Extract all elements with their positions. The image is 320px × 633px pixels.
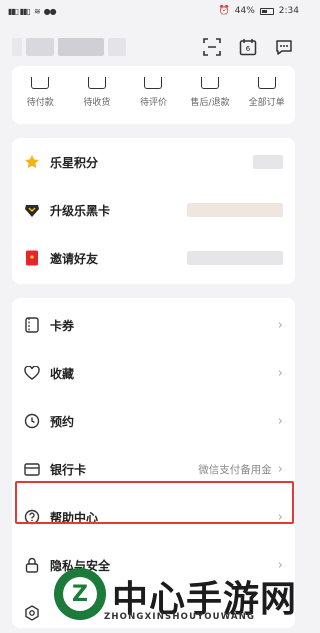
battery-percent: 44% [234, 6, 255, 16]
row-right [187, 251, 283, 265]
bank-card-value: 微信支付备用金 [198, 463, 272, 476]
row-label: 帮助中心 [50, 510, 99, 525]
order-pending-receipt[interactable]: 待收货 [69, 66, 126, 124]
help-icon [24, 509, 40, 525]
row-right: › [278, 366, 283, 381]
row-label: 乐星积分 [50, 155, 99, 170]
status-time: 2:34 [278, 6, 299, 16]
row-label: 卡券 [50, 318, 75, 333]
wifi-icon: ≋ [33, 6, 41, 16]
chevron-right-icon: › [277, 365, 283, 381]
row-label: 预约 [50, 414, 75, 429]
menu-item-bank-card[interactable]: 银行卡 微信支付备用金 › [12, 445, 295, 493]
calendar-day: 6 [245, 45, 251, 53]
points-blurred [253, 155, 283, 169]
menu-item-coupons[interactable]: 卡券 › [12, 301, 295, 349]
row-label: 邀请好友 [50, 251, 99, 266]
settings-icon [24, 605, 40, 621]
row-right [187, 203, 283, 217]
order-label: 待评价 [139, 98, 167, 108]
star-icon [24, 154, 40, 170]
calendar-icon[interactable]: 6 [237, 36, 259, 58]
diamond-icon [24, 202, 40, 218]
battery-icon [259, 7, 274, 15]
ticket-icon [24, 317, 40, 333]
row-right: › [278, 414, 283, 429]
benefit-upgrade[interactable]: 升级乐黑卡 [12, 186, 295, 234]
order-label: 待付款 [26, 98, 54, 108]
review-icon [144, 77, 163, 89]
row-right [253, 155, 283, 169]
alarm-icon: ⏰ [218, 6, 230, 16]
heart-icon [24, 365, 40, 381]
order-label: 待收货 [83, 98, 111, 108]
order-pending-review[interactable]: 待评价 [125, 66, 182, 124]
chevron-right-icon: › [277, 413, 283, 429]
menu-item-help-center[interactable]: 帮助中心 › [12, 493, 295, 541]
notification-icon: ●● [43, 6, 57, 16]
watermark-logo: Z [54, 568, 106, 620]
status-right: ⏰ 44% 2:34 [219, 6, 299, 16]
row-label: 银行卡 [50, 462, 87, 477]
invite-blurred [187, 251, 283, 265]
wallet-icon [31, 77, 50, 89]
row-label: 升级乐黑卡 [50, 203, 111, 218]
refund-icon [201, 77, 220, 89]
watermark-logo-letter: Z [63, 577, 97, 611]
row-right: › [278, 318, 283, 333]
status-left: ▮▮▯ ▮▮▯ ≋ ●● [8, 6, 57, 16]
clock-icon [24, 413, 40, 429]
menu-item-reservations[interactable]: 预约 › [12, 397, 295, 445]
order-shortcuts: 待付款 待收货 待评价 售后/退款 全部订单 [12, 66, 295, 124]
order-label: 全部订单 [248, 98, 285, 108]
header-actions: 6 [201, 36, 295, 58]
watermark-subtitle: ZHONGXINSHOUYOUWANG [104, 612, 256, 622]
order-pending-payment[interactable]: 待付款 [12, 66, 69, 124]
watermark: Z 中心手游网 ZHONGXINSHOUYOUWANG [40, 568, 310, 633]
upgrade-blurred [187, 203, 283, 217]
red-envelope-icon [24, 250, 40, 266]
chevron-right-icon: › [277, 509, 283, 525]
order-all[interactable]: 全部订单 [238, 66, 295, 124]
scan-icon[interactable] [201, 36, 223, 58]
row-right: › [278, 510, 283, 525]
row-right: 微信支付备用金 › [198, 462, 283, 477]
menu-item-favorites[interactable]: 收藏 › [12, 349, 295, 397]
order-refund[interactable]: 售后/退款 [182, 66, 239, 124]
benefit-invite[interactable]: 邀请好友 [12, 234, 295, 282]
orders-icon [257, 77, 276, 89]
truck-icon [87, 77, 106, 89]
status-bar: ▮▮▯ ▮▮▯ ≋ ●● ⏰ 44% 2:34 [0, 0, 307, 22]
chevron-right-icon: › [277, 461, 283, 477]
order-label: 售后/退款 [190, 98, 230, 108]
benefits-card: 乐星积分 升级乐黑卡 邀请好友 [12, 138, 295, 284]
message-icon[interactable] [273, 36, 295, 58]
chevron-right-icon: › [277, 317, 283, 333]
username-blurred [12, 38, 126, 56]
lock-icon [24, 557, 40, 573]
profile-header: 6 [0, 22, 307, 72]
benefit-points[interactable]: 乐星积分 [12, 138, 295, 186]
card-icon [24, 461, 40, 477]
signal-icon: ▮▮▯ ▮▮▯ [8, 6, 31, 16]
row-label: 收藏 [50, 366, 75, 381]
